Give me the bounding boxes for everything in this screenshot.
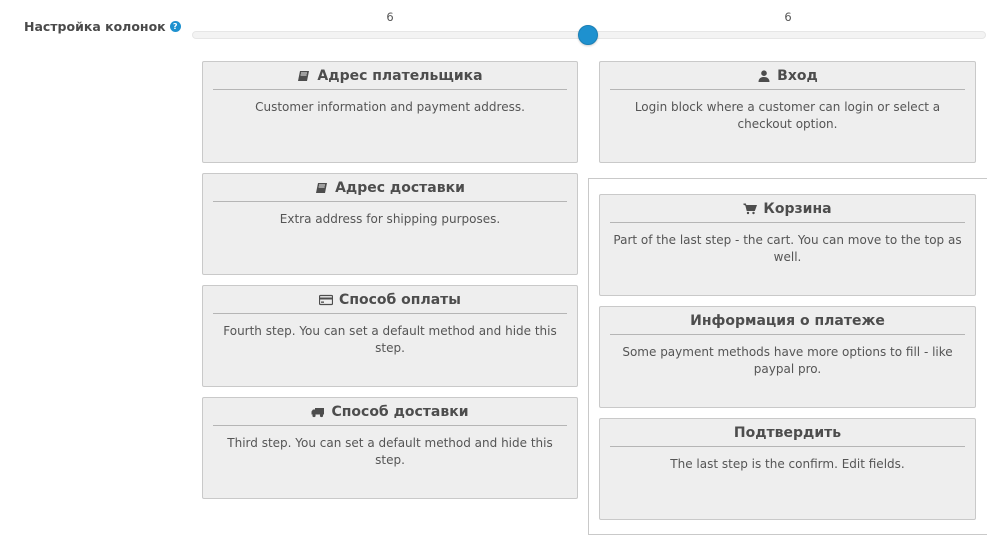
right-column-top: Вход Login block where a customer can lo… [599,61,976,173]
step-title-text: Подтвердить [733,425,842,441]
step-title-text: Информация о платеже [690,313,885,329]
step-payment-method[interactable]: Способ оплаты Fourth step. You can set a… [202,285,578,387]
step-description: Login block where a customer can login o… [634,100,941,131]
step-description: Part of the last step - the cart. You ca… [613,233,962,264]
right-column-count: 6 [784,10,792,24]
step-title: Информация о платеже [610,313,965,335]
step-title: Подтвердить [610,425,965,447]
column-settings-text: Настройка колонок [24,19,166,34]
step-payment-info[interactable]: Информация о платеже Some payment method… [599,306,976,408]
step-description: Customer information and payment address… [255,100,525,114]
step-title: Способ оплаты [213,292,567,314]
left-column-count: 6 [386,10,394,24]
step-shipping-address[interactable]: Адрес доставки Extra address for shippin… [202,173,578,275]
step-title-text: Способ оплаты [339,292,461,308]
step-title-text: Адрес плательщика [317,68,483,84]
step-confirm[interactable]: Подтвердить The last step is the confirm… [599,418,976,520]
step-cart[interactable]: Корзина Part of the last step - the cart… [599,194,976,296]
left-column: Адрес плательщика Customer information a… [202,61,578,509]
right-column: Корзина Part of the last step - the cart… [599,194,976,530]
right-column-dropzone: Корзина Part of the last step - the cart… [588,178,987,535]
step-title-text: Способ доставки [331,404,469,420]
step-shipping-method[interactable]: Способ доставки Third step. You can set … [202,397,578,499]
column-slider-handle[interactable] [578,25,598,45]
step-title-text: Корзина [763,201,832,217]
step-title: Адрес плательщика [213,68,567,90]
cart-icon [743,203,758,215]
step-login[interactable]: Вход Login block where a customer can lo… [599,61,976,163]
step-title: Корзина [610,201,965,223]
step-description: Extra address for shipping purposes. [279,212,501,226]
user-icon [758,70,770,82]
step-title: Способ доставки [213,404,567,426]
step-description: The last step is the confirm. Edit field… [670,457,905,471]
step-description: Fourth step. You can set a default metho… [223,324,557,355]
step-payment-address[interactable]: Адрес плательщика Customer information a… [202,61,578,163]
step-description: Some payment methods have more options t… [622,345,953,376]
step-title-text: Вход [777,68,818,84]
column-settings-label: Настройка колонок ? [24,19,181,34]
book-icon [316,183,328,193]
book-icon [298,71,310,81]
step-title-text: Адрес доставки [335,180,465,196]
credit-card-icon [319,294,334,306]
truck-icon [311,408,325,418]
step-title: Вход [610,68,965,90]
step-description: Third step. You can set a default method… [227,436,553,467]
help-icon[interactable]: ? [169,21,181,32]
step-title: Адрес доставки [213,180,567,202]
